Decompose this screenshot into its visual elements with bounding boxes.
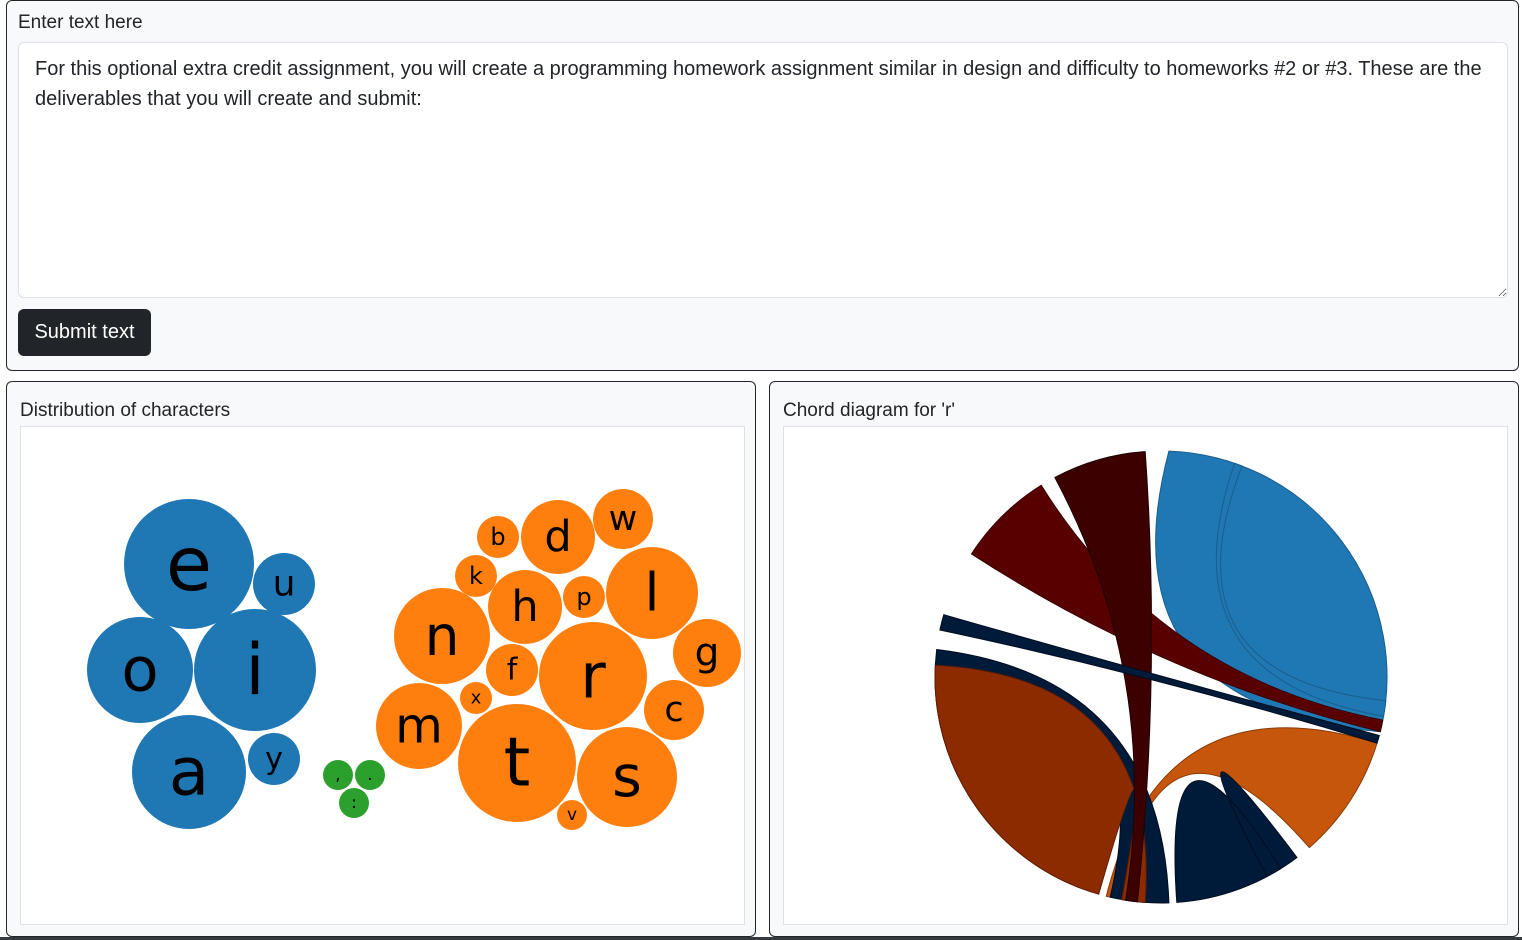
chord-card: Chord diagram for 'r' — [769, 381, 1519, 937]
bubble-consonants-10: f — [486, 644, 538, 696]
bubble-consonants-4: l — [606, 547, 698, 639]
bubble-vowels-4: u — [253, 553, 315, 615]
bubble-label: k — [469, 562, 483, 590]
chord-diagram-svg — [934, 450, 1388, 904]
bubble-label: i — [245, 629, 264, 711]
bubble-label: p — [576, 583, 591, 611]
bubble-label: h — [511, 582, 538, 632]
bubble-punctuation-0: , — [323, 760, 353, 790]
bubble-label: f — [507, 653, 519, 688]
bubble-label: . — [367, 765, 372, 785]
bubble-label: c — [664, 690, 683, 730]
chord-title: Chord diagram for 'r' — [783, 400, 955, 421]
bubble-label: t — [504, 724, 531, 803]
bubble-label: s — [612, 744, 642, 810]
bubble-consonants-8: g — [673, 619, 741, 687]
bubble-label: o — [121, 635, 158, 706]
distribution-title: Distribution of characters — [20, 400, 231, 421]
bubble-chart-svg: eiao u y, .: trs n l m hd gc f w bk p x v — [87, 489, 741, 830]
bubble-label: l — [645, 563, 660, 624]
bubble-label: y — [265, 742, 283, 777]
bubble-consonants-16: v — [557, 800, 587, 830]
bubble-label: g — [695, 631, 720, 676]
bubble-label: b — [490, 523, 505, 551]
bubble-consonants-13: k — [455, 555, 497, 597]
bubble-label: x — [471, 688, 482, 709]
bubble-label: , — [335, 765, 340, 785]
bubble-vowels-3: o — [87, 617, 193, 723]
bubble-vowels-2: a — [132, 715, 246, 829]
bubble-label: d — [544, 512, 571, 562]
bubble-label: v — [567, 805, 577, 825]
bubble-vowels-0: e — [124, 499, 254, 629]
bubble-label: e — [166, 520, 212, 608]
bubble-consonants-7: d — [521, 500, 595, 574]
bubble-label: : — [351, 793, 357, 813]
bubble-label: n — [425, 604, 460, 668]
bubble-consonants-9: c — [644, 680, 704, 740]
bubble-consonants-0: t — [458, 704, 576, 822]
distribution-chart: eiao u y,.: trs n l m hd gc f w bk p x v — [20, 426, 745, 925]
bubble-label: a — [169, 734, 209, 811]
bubble-punctuation-2: : — [339, 788, 369, 818]
chord-chart — [783, 426, 1508, 925]
text-input-area[interactable]: For this optional extra credit assignmen… — [18, 42, 1508, 298]
bubble-consonants-1: r — [539, 622, 647, 730]
bubble-punctuation-1: . — [355, 760, 385, 790]
bubble-vowels-5: y — [248, 733, 300, 785]
text-input-label: Enter text here — [18, 12, 143, 33]
distribution-card: Distribution of characters eiao u y,.: trs n… — [6, 381, 756, 937]
bubble-vowels-1: i — [194, 609, 316, 731]
submit-text-button[interactable]: Submit text — [18, 309, 151, 356]
bubble-consonants-11: w — [593, 489, 653, 549]
bubble-consonants-3: n — [394, 588, 490, 684]
bubble-label: u — [273, 564, 296, 605]
bubble-label: m — [395, 698, 443, 755]
bubble-consonants-6: h — [488, 570, 562, 644]
bubble-consonants-2: s — [577, 727, 677, 827]
bubble-label: w — [609, 499, 638, 539]
text-input-card: Enter text here For this optional extra … — [6, 0, 1519, 371]
bubble-consonants-5: m — [376, 683, 462, 769]
bubble-consonants-12: b — [477, 516, 519, 558]
bubble-consonants-15: x — [460, 682, 492, 714]
bubble-consonants-14: p — [563, 576, 605, 618]
bubble-label: r — [580, 640, 606, 713]
